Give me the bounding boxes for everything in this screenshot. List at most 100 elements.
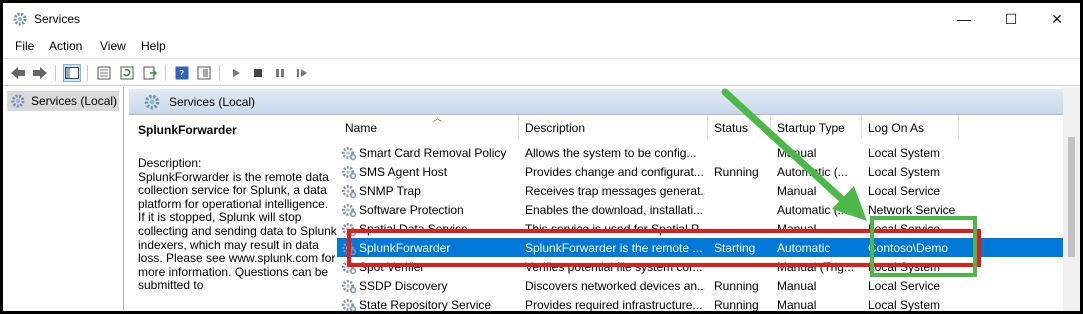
service-row[interactable]: SMS Agent Host Provides change and config… [337, 162, 1080, 181]
menu-help[interactable]: Help [141, 39, 166, 53]
service-log-on-as: Local Service [868, 222, 941, 236]
back-icon[interactable] [9, 64, 27, 82]
pause-service-icon[interactable] [271, 64, 289, 82]
service-log-on-as: Local System [868, 146, 941, 160]
service-startup-type: Manual [777, 298, 817, 311]
service-description: SplunkForwarder is the remote ... [525, 241, 703, 255]
selected-service-name: SplunkForwarder [138, 123, 237, 137]
service-gear-icon [342, 166, 357, 180]
service-description: Provides change and configurat... [525, 165, 704, 179]
services-gear-icon [144, 94, 160, 109]
service-name: SNMP Trap [359, 184, 421, 198]
service-name: Smart Card Removal Policy [359, 146, 507, 160]
refresh-icon[interactable] [118, 64, 136, 82]
maximize-button[interactable]: ☐ [988, 3, 1034, 35]
svg-text:?: ? [179, 69, 184, 80]
properties-icon[interactable] [95, 64, 113, 82]
services-list: ︿ Name Description Status Startup Type L… [337, 107, 1080, 311]
menu-file[interactable]: File [15, 39, 34, 53]
sort-ascending-icon: ︿ [433, 113, 443, 123]
forward-icon[interactable] [31, 64, 49, 82]
service-log-on-as: Local Service [868, 184, 941, 198]
scrollbar-thumb[interactable] [1068, 137, 1075, 257]
service-log-on-as: Network Service [868, 203, 956, 217]
service-name: Software Protection [359, 203, 464, 217]
column-header-log-on-as[interactable]: Log On As [868, 121, 924, 135]
service-name: Spatial Data Service [359, 222, 468, 236]
menu-bar: File Action View Help [3, 35, 1080, 57]
pane-title: Services (Local) [169, 94, 256, 109]
service-gear-icon [342, 204, 357, 218]
service-startup-type: Manual (Trig... [777, 260, 854, 274]
service-description: Discovers networked devices an... [525, 279, 705, 293]
service-row[interactable]: Spatial Data Service This service is used… [337, 219, 1080, 238]
description-text: SplunkForwarder is the remote data colle… [138, 169, 337, 293]
restart-service-icon[interactable] [293, 64, 311, 82]
service-gear-icon [342, 280, 357, 294]
service-row[interactable]: SNMP Trap Receives trap messages generat.… [337, 181, 1080, 200]
service-status: Running [714, 279, 759, 293]
console-tree: Services (Local) [3, 87, 124, 311]
service-gear-icon [342, 147, 357, 161]
service-description: Enables the download, installati... [525, 203, 704, 217]
column-header-status[interactable]: Status [714, 121, 748, 135]
title-bar: Services — ☐ ✕ [3, 3, 1080, 35]
vertical-scrollbar[interactable] [1063, 87, 1080, 311]
start-service-icon[interactable] [227, 64, 245, 82]
service-row[interactable]: Smart Card Removal Policy Allows the syst… [337, 143, 1080, 162]
service-row[interactable]: Spot Verifier Verifies potential file sys… [337, 257, 1080, 276]
service-gear-icon [342, 242, 357, 256]
help-icon[interactable]: ? [173, 64, 191, 82]
service-description: Allows the system to be config... [525, 146, 697, 160]
service-name: SMS Agent Host [359, 165, 448, 179]
show-console-tree-icon[interactable] [63, 64, 81, 82]
service-startup-type: Manual [777, 184, 817, 198]
service-startup-type: Automatic [777, 241, 831, 255]
tree-item-services-local[interactable]: Services (Local) [7, 91, 119, 111]
service-name: State Repository Service [359, 298, 492, 311]
services-gear-icon [11, 94, 25, 108]
service-log-on-as: Contoso\Demo [868, 241, 949, 255]
service-log-on-as: Local System [868, 165, 941, 179]
list-header: ︿ Name Description Status Startup Type L… [337, 113, 1080, 139]
service-name: Spot Verifier [359, 260, 425, 274]
service-startup-type: Automatic (... [777, 165, 848, 179]
service-gear-icon [342, 261, 357, 275]
service-name: SplunkForwarder [359, 241, 451, 255]
service-startup-type: Automatic (... [777, 203, 848, 217]
description-label: Description: [138, 156, 202, 170]
services-window: Services — ☐ ✕ File Action View Help ? S… [3, 3, 1080, 311]
window-title: Services [34, 12, 81, 26]
column-header-name[interactable]: Name [345, 121, 377, 135]
services-pane: Services (Local) SplunkForwarder Descrip… [129, 87, 1080, 311]
close-button[interactable]: ✕ [1034, 3, 1080, 35]
service-startup-type: Manual [777, 279, 817, 293]
service-name: SSDP Discovery [359, 279, 448, 293]
service-log-on-as: Local System [868, 260, 941, 274]
service-status: Starting [714, 241, 756, 255]
service-description: This service is used for Spatial P... [525, 222, 705, 236]
export-list-icon[interactable] [141, 64, 159, 82]
service-startup-type: Manual [777, 146, 817, 160]
column-header-startup-type[interactable]: Startup Type [777, 121, 845, 135]
service-row[interactable]: SSDP Discovery Discovers networked device… [337, 276, 1080, 295]
menu-view[interactable]: View [100, 39, 126, 53]
service-status: Running [714, 298, 759, 311]
service-row[interactable]: SplunkForwarder SplunkForwarder is the re… [337, 238, 1080, 257]
stop-service-icon[interactable] [249, 64, 267, 82]
menu-action[interactable]: Action [49, 39, 82, 53]
service-description: Verifies potential file system cor... [525, 260, 703, 274]
service-log-on-as: Local Service [868, 279, 941, 293]
minimize-button[interactable]: — [941, 3, 987, 35]
service-startup-type: Manual [777, 222, 817, 236]
view-pane-icon[interactable] [195, 64, 213, 82]
service-row[interactable]: Software Protection Enables the download,… [337, 200, 1080, 219]
service-gear-icon [342, 185, 357, 199]
service-description: Provides required infrastructure... [525, 298, 703, 311]
service-row[interactable]: State Repository Service Provides require… [337, 295, 1080, 311]
service-gear-icon [342, 223, 357, 237]
tree-item-label: Services (Local) [31, 94, 118, 108]
service-gear-icon [342, 299, 357, 311]
service-status: Running [714, 165, 759, 179]
column-header-description[interactable]: Description [525, 121, 585, 135]
